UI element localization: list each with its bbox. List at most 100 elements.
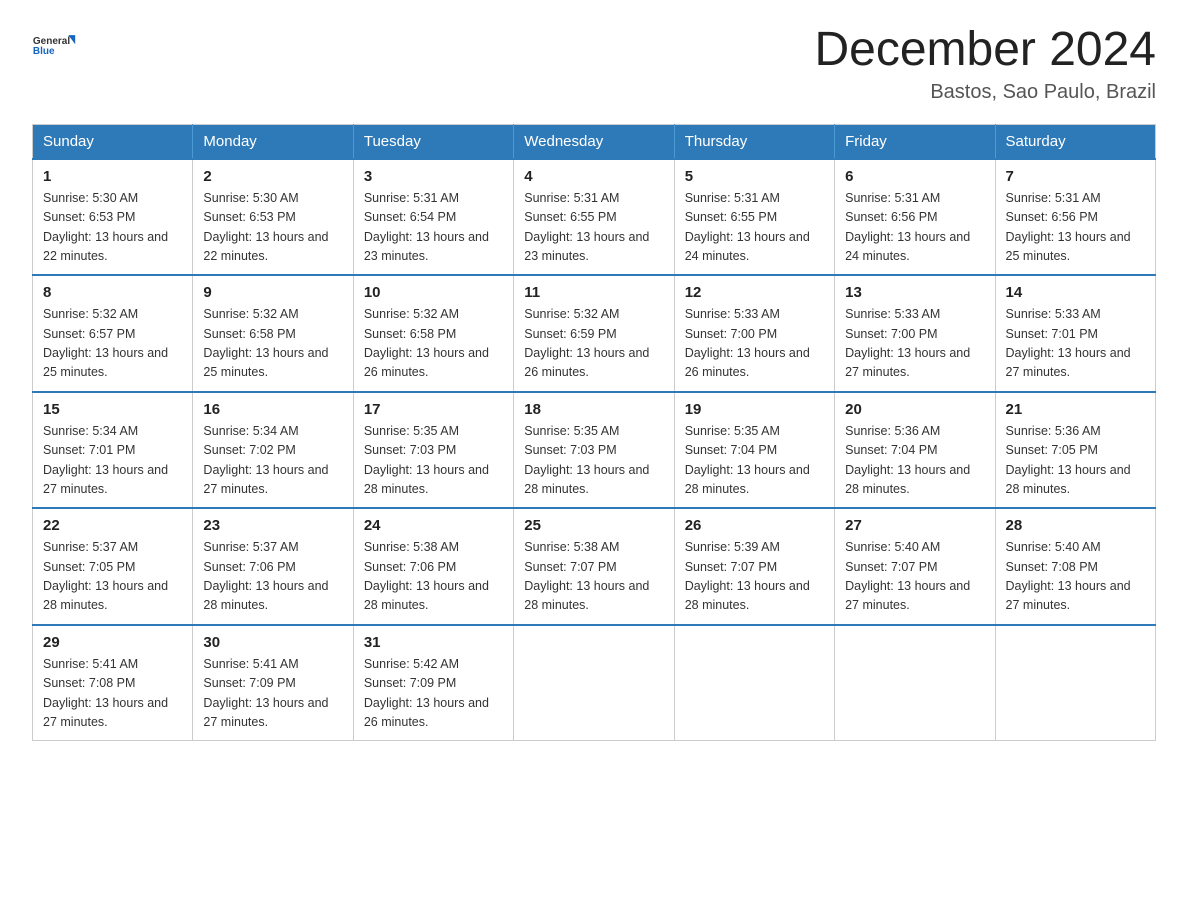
calendar-day-cell: 22 Sunrise: 5:37 AMSunset: 7:05 PMDaylig… (33, 508, 193, 625)
day-info: Sunrise: 5:41 AMSunset: 7:08 PMDaylight:… (43, 657, 168, 729)
day-info: Sunrise: 5:33 AMSunset: 7:00 PMDaylight:… (845, 307, 970, 379)
day-info: Sunrise: 5:32 AMSunset: 6:57 PMDaylight:… (43, 307, 168, 379)
calendar-day-cell: 17 Sunrise: 5:35 AMSunset: 7:03 PMDaylig… (353, 392, 513, 509)
calendar-week-row: 15 Sunrise: 5:34 AMSunset: 7:01 PMDaylig… (33, 392, 1156, 509)
calendar-day-cell: 9 Sunrise: 5:32 AMSunset: 6:58 PMDayligh… (193, 275, 353, 392)
svg-text:General: General (33, 36, 70, 47)
calendar-day-cell: 8 Sunrise: 5:32 AMSunset: 6:57 PMDayligh… (33, 275, 193, 392)
day-info: Sunrise: 5:31 AMSunset: 6:56 PMDaylight:… (1006, 191, 1131, 263)
day-number: 20 (845, 401, 984, 418)
day-number: 25 (524, 517, 663, 534)
day-info: Sunrise: 5:32 AMSunset: 6:58 PMDaylight:… (203, 307, 328, 379)
day-info: Sunrise: 5:36 AMSunset: 7:05 PMDaylight:… (1006, 424, 1131, 496)
calendar-day-cell (995, 625, 1155, 741)
calendar-day-cell: 13 Sunrise: 5:33 AMSunset: 7:00 PMDaylig… (835, 275, 995, 392)
day-of-week-header: Wednesday (514, 124, 674, 159)
day-number: 10 (364, 284, 503, 301)
calendar-week-row: 1 Sunrise: 5:30 AMSunset: 6:53 PMDayligh… (33, 159, 1156, 276)
day-of-week-header: Sunday (33, 124, 193, 159)
day-info: Sunrise: 5:38 AMSunset: 7:06 PMDaylight:… (364, 540, 489, 612)
calendar-header-row: SundayMondayTuesdayWednesdayThursdayFrid… (33, 124, 1156, 159)
calendar-day-cell: 6 Sunrise: 5:31 AMSunset: 6:56 PMDayligh… (835, 159, 995, 276)
day-number: 1 (43, 168, 182, 185)
month-title: December 2024 (814, 24, 1156, 77)
day-info: Sunrise: 5:31 AMSunset: 6:55 PMDaylight:… (524, 191, 649, 263)
calendar-day-cell (514, 625, 674, 741)
day-number: 30 (203, 634, 342, 651)
day-info: Sunrise: 5:32 AMSunset: 6:59 PMDaylight:… (524, 307, 649, 379)
day-info: Sunrise: 5:41 AMSunset: 7:09 PMDaylight:… (203, 657, 328, 729)
calendar-day-cell: 21 Sunrise: 5:36 AMSunset: 7:05 PMDaylig… (995, 392, 1155, 509)
day-info: Sunrise: 5:31 AMSunset: 6:55 PMDaylight:… (685, 191, 810, 263)
calendar-day-cell: 29 Sunrise: 5:41 AMSunset: 7:08 PMDaylig… (33, 625, 193, 741)
day-info: Sunrise: 5:30 AMSunset: 6:53 PMDaylight:… (43, 191, 168, 263)
calendar-day-cell: 12 Sunrise: 5:33 AMSunset: 7:00 PMDaylig… (674, 275, 834, 392)
logo: General Blue (32, 24, 82, 64)
calendar-day-cell: 26 Sunrise: 5:39 AMSunset: 7:07 PMDaylig… (674, 508, 834, 625)
day-number: 17 (364, 401, 503, 418)
day-number: 31 (364, 634, 503, 651)
day-number: 15 (43, 401, 182, 418)
day-number: 14 (1006, 284, 1145, 301)
day-info: Sunrise: 5:34 AMSunset: 7:02 PMDaylight:… (203, 424, 328, 496)
day-number: 5 (685, 168, 824, 185)
day-number: 3 (364, 168, 503, 185)
calendar-day-cell (674, 625, 834, 741)
calendar-day-cell: 24 Sunrise: 5:38 AMSunset: 7:06 PMDaylig… (353, 508, 513, 625)
calendar-day-cell (835, 625, 995, 741)
day-info: Sunrise: 5:37 AMSunset: 7:06 PMDaylight:… (203, 540, 328, 612)
calendar-day-cell: 23 Sunrise: 5:37 AMSunset: 7:06 PMDaylig… (193, 508, 353, 625)
day-number: 16 (203, 401, 342, 418)
calendar-day-cell: 30 Sunrise: 5:41 AMSunset: 7:09 PMDaylig… (193, 625, 353, 741)
calendar-week-row: 22 Sunrise: 5:37 AMSunset: 7:05 PMDaylig… (33, 508, 1156, 625)
day-number: 12 (685, 284, 824, 301)
day-number: 24 (364, 517, 503, 534)
day-info: Sunrise: 5:33 AMSunset: 7:00 PMDaylight:… (685, 307, 810, 379)
title-area: December 2024 Bastos, Sao Paulo, Brazil (814, 24, 1156, 104)
calendar-day-cell: 28 Sunrise: 5:40 AMSunset: 7:08 PMDaylig… (995, 508, 1155, 625)
day-info: Sunrise: 5:30 AMSunset: 6:53 PMDaylight:… (203, 191, 328, 263)
day-info: Sunrise: 5:32 AMSunset: 6:58 PMDaylight:… (364, 307, 489, 379)
calendar-day-cell: 1 Sunrise: 5:30 AMSunset: 6:53 PMDayligh… (33, 159, 193, 276)
day-of-week-header: Saturday (995, 124, 1155, 159)
day-number: 11 (524, 284, 663, 301)
page-header: General Blue December 2024 Bastos, Sao P… (32, 24, 1156, 104)
calendar-day-cell: 31 Sunrise: 5:42 AMSunset: 7:09 PMDaylig… (353, 625, 513, 741)
day-info: Sunrise: 5:38 AMSunset: 7:07 PMDaylight:… (524, 540, 649, 612)
day-info: Sunrise: 5:34 AMSunset: 7:01 PMDaylight:… (43, 424, 168, 496)
day-info: Sunrise: 5:35 AMSunset: 7:03 PMDaylight:… (364, 424, 489, 496)
day-info: Sunrise: 5:31 AMSunset: 6:56 PMDaylight:… (845, 191, 970, 263)
day-info: Sunrise: 5:39 AMSunset: 7:07 PMDaylight:… (685, 540, 810, 612)
calendar-day-cell: 4 Sunrise: 5:31 AMSunset: 6:55 PMDayligh… (514, 159, 674, 276)
day-of-week-header: Thursday (674, 124, 834, 159)
day-number: 23 (203, 517, 342, 534)
day-info: Sunrise: 5:37 AMSunset: 7:05 PMDaylight:… (43, 540, 168, 612)
day-number: 9 (203, 284, 342, 301)
day-number: 7 (1006, 168, 1145, 185)
day-number: 28 (1006, 517, 1145, 534)
calendar-week-row: 29 Sunrise: 5:41 AMSunset: 7:08 PMDaylig… (33, 625, 1156, 741)
calendar-day-cell: 20 Sunrise: 5:36 AMSunset: 7:04 PMDaylig… (835, 392, 995, 509)
day-number: 22 (43, 517, 182, 534)
day-info: Sunrise: 5:40 AMSunset: 7:08 PMDaylight:… (1006, 540, 1131, 612)
calendar-day-cell: 18 Sunrise: 5:35 AMSunset: 7:03 PMDaylig… (514, 392, 674, 509)
calendar-day-cell: 27 Sunrise: 5:40 AMSunset: 7:07 PMDaylig… (835, 508, 995, 625)
calendar-day-cell: 25 Sunrise: 5:38 AMSunset: 7:07 PMDaylig… (514, 508, 674, 625)
logo-image: General Blue (32, 24, 82, 64)
location-subtitle: Bastos, Sao Paulo, Brazil (814, 81, 1156, 104)
day-info: Sunrise: 5:36 AMSunset: 7:04 PMDaylight:… (845, 424, 970, 496)
day-number: 27 (845, 517, 984, 534)
day-of-week-header: Monday (193, 124, 353, 159)
day-info: Sunrise: 5:35 AMSunset: 7:04 PMDaylight:… (685, 424, 810, 496)
calendar-day-cell: 5 Sunrise: 5:31 AMSunset: 6:55 PMDayligh… (674, 159, 834, 276)
calendar-day-cell: 3 Sunrise: 5:31 AMSunset: 6:54 PMDayligh… (353, 159, 513, 276)
calendar-day-cell: 19 Sunrise: 5:35 AMSunset: 7:04 PMDaylig… (674, 392, 834, 509)
day-info: Sunrise: 5:31 AMSunset: 6:54 PMDaylight:… (364, 191, 489, 263)
day-number: 4 (524, 168, 663, 185)
day-info: Sunrise: 5:33 AMSunset: 7:01 PMDaylight:… (1006, 307, 1131, 379)
day-number: 29 (43, 634, 182, 651)
calendar-week-row: 8 Sunrise: 5:32 AMSunset: 6:57 PMDayligh… (33, 275, 1156, 392)
calendar-day-cell: 11 Sunrise: 5:32 AMSunset: 6:59 PMDaylig… (514, 275, 674, 392)
day-number: 2 (203, 168, 342, 185)
day-of-week-header: Friday (835, 124, 995, 159)
